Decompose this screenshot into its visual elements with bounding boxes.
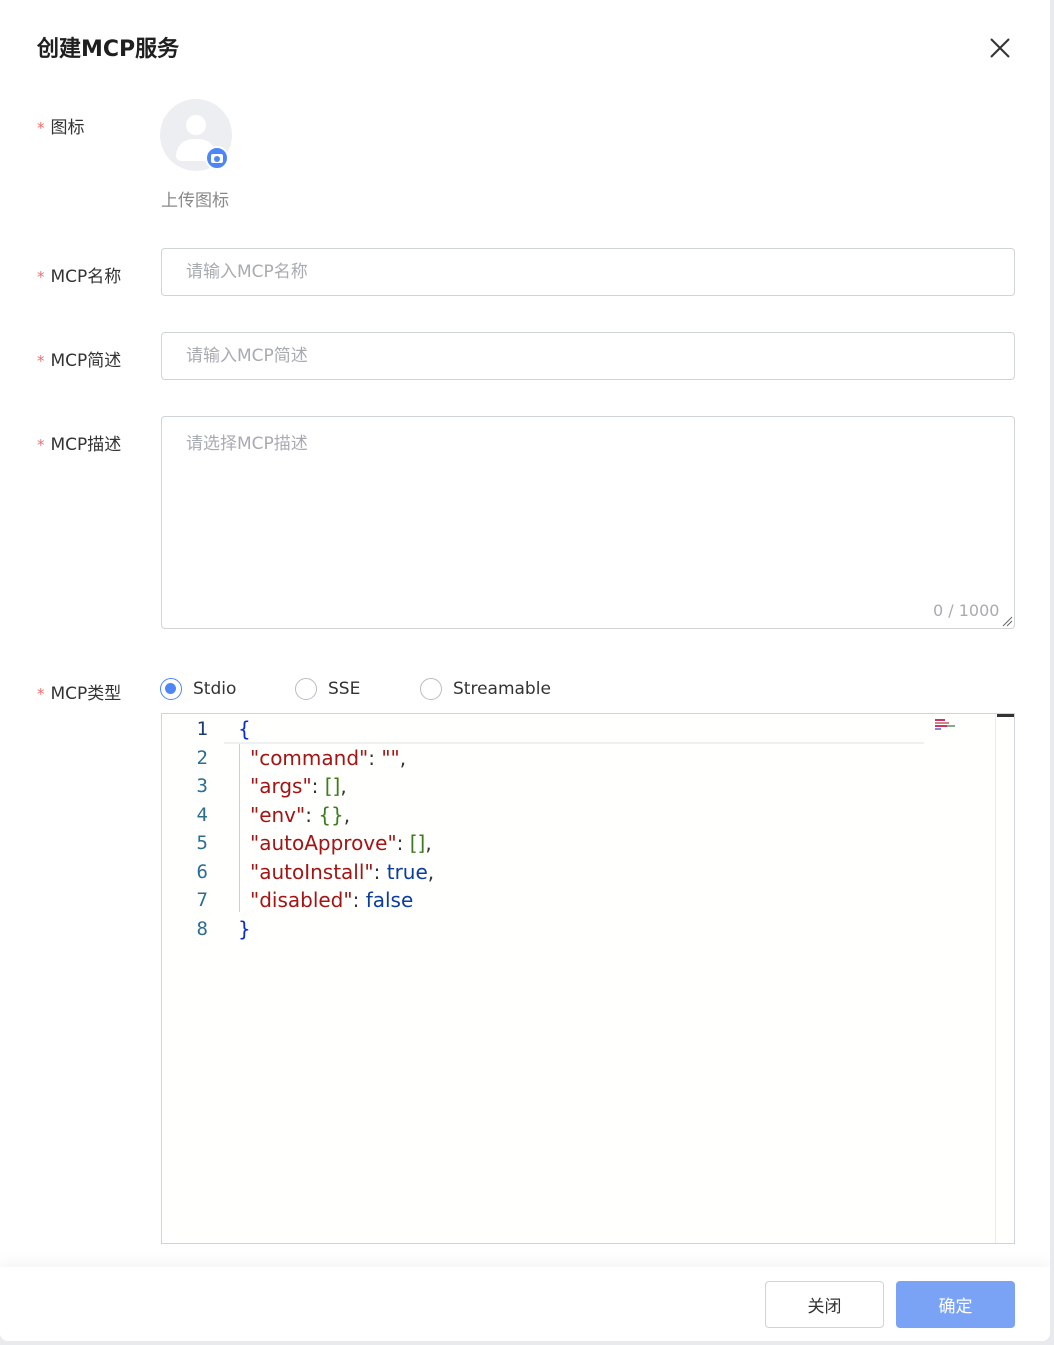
mcp-name-input[interactable] [161, 248, 1015, 296]
line-number: 6 [196, 860, 208, 883]
code-token: false [365, 888, 414, 912]
icon-field-label: * 图标 [37, 118, 85, 138]
required-mark: * [37, 119, 45, 137]
code-token: : [311, 774, 325, 798]
radio-unchecked-icon[interactable] [295, 678, 317, 700]
radio-checked-icon[interactable] [160, 678, 182, 700]
camera-icon[interactable] [205, 146, 229, 170]
code-token: "" [381, 745, 400, 770]
radio-sse[interactable]: SSE [295, 678, 360, 700]
required-mark: * [37, 436, 45, 454]
code-line[interactable]: } [238, 917, 251, 941]
char-counter: 0 / 1000 [933, 601, 1000, 620]
scrollbar-thumb[interactable] [997, 714, 1014, 717]
radio-label: Streamable [453, 679, 551, 699]
mcp-description-textarea[interactable] [161, 416, 1015, 629]
line-number: 7 [196, 889, 208, 911]
code-token: : [368, 745, 382, 770]
code-token: [] [409, 831, 426, 855]
code-token: "autoApprove" [250, 831, 397, 855]
code-token: : [305, 802, 319, 827]
code-token: , [425, 831, 432, 855]
code-token: } [238, 916, 251, 941]
editor-scrollbar[interactable] [995, 714, 1014, 1243]
code-token: : [373, 859, 387, 884]
dialog-footer [0, 1267, 1050, 1341]
type-field-label: * MCP类型 [37, 684, 122, 704]
radio-stdio[interactable]: Stdio [160, 678, 236, 700]
code-token: , [399, 745, 407, 770]
radio-label: SSE [328, 679, 361, 699]
line-number: 2 [196, 746, 208, 769]
line-number: 4 [196, 803, 208, 826]
close-button[interactable]: 关闭 [765, 1281, 884, 1328]
resize-handle-icon[interactable] [1001, 615, 1013, 627]
code-token: [] [324, 774, 341, 798]
dialog-title: 创建MCP服务 [37, 37, 180, 62]
indent-guide [239, 744, 240, 912]
active-line-highlight [224, 716, 924, 744]
code-line[interactable]: "command": "", [250, 746, 406, 770]
line-number-gutter: 1 2 3 4 5 6 7 8 [162, 714, 224, 1243]
required-mark: * [37, 352, 45, 370]
code-token: : [352, 888, 366, 912]
code-line[interactable]: "args": [], [250, 774, 347, 798]
mcp-brief-input[interactable] [161, 332, 1015, 380]
name-field-label: * MCP名称 [37, 267, 122, 287]
close-icon[interactable] [985, 33, 1015, 63]
required-mark: * [37, 685, 45, 703]
line-number: 1 [196, 718, 208, 740]
code-token: , [343, 802, 351, 827]
code-line[interactable]: { [238, 717, 251, 741]
code-token: : [396, 831, 410, 855]
confirm-button[interactable]: 确定 [896, 1281, 1015, 1328]
required-mark: * [37, 268, 45, 286]
code-line[interactable]: "autoApprove": [], [250, 831, 432, 855]
line-number: 3 [196, 775, 208, 797]
upload-icon-label[interactable]: 上传图标 [161, 186, 229, 211]
code-token: "command" [250, 745, 369, 770]
create-mcp-dialog: 创建MCP服务 *图标 上传图标 *MCP名称 *MCP简述 *MCP描述 0 … [0, 0, 1050, 1341]
code-line[interactable]: "autoInstall": true, [250, 860, 434, 884]
radio-label: Stdio [193, 679, 237, 699]
line-number: 5 [196, 832, 208, 854]
code-token: "disabled" [250, 888, 353, 912]
code-token: { [238, 717, 251, 741]
minimap-icon[interactable] [935, 718, 957, 730]
radio-unchecked-icon[interactable] [420, 678, 442, 700]
code-token: "env" [250, 802, 306, 827]
code-token: true [386, 859, 428, 884]
radio-streamable[interactable]: Streamable [420, 678, 551, 700]
desc-field-label: * MCP描述 [37, 435, 122, 455]
code-token: "autoInstall" [250, 859, 374, 884]
code-token: , [427, 859, 435, 884]
line-number: 8 [196, 917, 208, 940]
json-code-editor[interactable]: 12345678 {"command": "", "args": [], "env"… [161, 713, 1015, 1244]
code-token: {} [318, 802, 344, 827]
brief-field-label: * MCP简述 [37, 351, 122, 371]
code-line[interactable]: "env": {}, [250, 803, 350, 827]
code-line[interactable]: "disabled": false [250, 888, 413, 912]
code-token: "args" [250, 774, 312, 798]
code-token: , [340, 774, 347, 798]
